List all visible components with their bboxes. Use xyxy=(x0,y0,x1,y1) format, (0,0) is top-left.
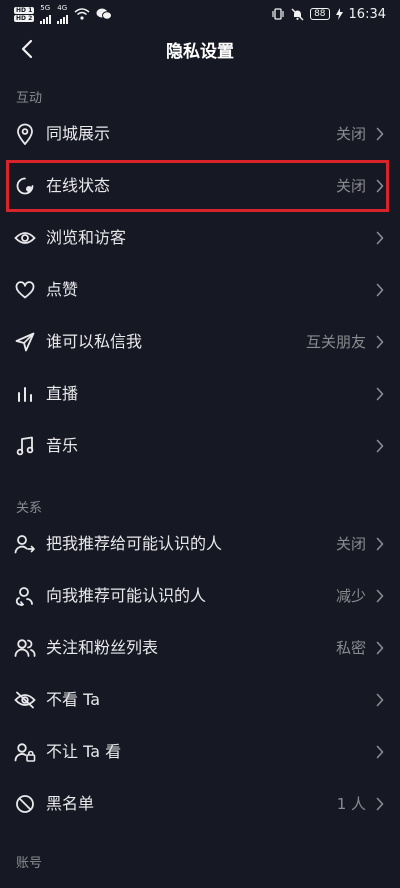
row-label: 把我推荐给可能认识的人 xyxy=(46,534,223,553)
wechat-icon xyxy=(96,7,113,21)
row-label: 不让 Ta 看 xyxy=(46,742,122,761)
chevron-right-icon xyxy=(374,334,386,350)
chevron-right-icon xyxy=(374,796,386,812)
music-note-icon xyxy=(14,435,36,457)
charging-icon xyxy=(335,8,343,20)
setting-row-recommend-me[interactable]: 把我推荐给可能认识的人 关闭 xyxy=(0,518,400,570)
signal-icon xyxy=(40,12,52,24)
row-value: 私密 xyxy=(335,639,366,657)
row-label: 谁可以私信我 xyxy=(46,332,143,351)
chevron-right-icon xyxy=(374,126,386,142)
setting-row-likes[interactable]: 点赞 xyxy=(0,264,400,316)
live-bars-icon xyxy=(14,383,36,405)
setting-row-live[interactable]: 直播 xyxy=(0,368,400,420)
setting-row-hide-their-content[interactable]: 不看 Ta xyxy=(0,674,400,726)
paper-plane-icon xyxy=(14,331,36,353)
row-label: 同城展示 xyxy=(46,124,111,143)
heart-icon xyxy=(14,279,36,301)
wifi-icon xyxy=(74,8,90,20)
battery-indicator: 88 xyxy=(310,8,330,20)
online-status-icon xyxy=(14,175,36,197)
status-right: 88 16:34 xyxy=(271,7,386,22)
row-value: 减少 xyxy=(335,587,366,605)
network-type-2: 4G xyxy=(57,3,68,12)
row-value: 关闭 xyxy=(335,535,366,553)
user-share-icon xyxy=(14,533,36,555)
setting-row-recommend-to-me[interactable]: 向我推荐可能认识的人 减少 xyxy=(0,570,400,622)
signal-icon xyxy=(57,12,69,24)
eye-icon xyxy=(14,227,36,249)
row-value: 关闭 xyxy=(335,125,366,143)
hd2-badge: HD 2 xyxy=(14,14,35,22)
row-value: 互关朋友 xyxy=(305,333,366,351)
setting-row-private-message[interactable]: 谁可以私信我 互关朋友 xyxy=(0,316,400,368)
row-label: 向我推荐可能认识的人 xyxy=(46,586,207,605)
mute-bell-icon xyxy=(291,8,304,21)
chevron-right-icon xyxy=(374,692,386,708)
user-suggest-icon xyxy=(14,585,36,607)
chevron-right-icon xyxy=(374,386,386,402)
setting-row-music[interactable]: 音乐 xyxy=(0,420,400,472)
chevron-right-icon xyxy=(374,282,386,298)
row-value: 1 人 xyxy=(336,795,366,813)
section-header-interaction: 互动 xyxy=(16,91,43,106)
row-label: 不看 Ta xyxy=(46,690,101,709)
chevron-right-icon xyxy=(374,744,386,760)
chevron-right-icon xyxy=(374,230,386,246)
section-header-relations: 关系 xyxy=(16,501,43,516)
chevron-right-icon xyxy=(374,536,386,552)
row-label: 直播 xyxy=(46,384,79,403)
signal-group-1: 5G xyxy=(40,3,52,24)
setting-row-browse-visitors[interactable]: 浏览和访客 xyxy=(0,212,400,264)
vibrate-icon xyxy=(271,8,285,20)
section-header-account: 账号 xyxy=(16,856,43,871)
setting-row-follow-list[interactable]: 关注和粉丝列表 私密 xyxy=(0,622,400,674)
setting-row-hide-my-content[interactable]: 不让 Ta 看 xyxy=(0,726,400,778)
setting-row-online-status[interactable]: 在线状态 关闭 xyxy=(0,160,400,212)
chevron-right-icon xyxy=(374,178,386,194)
chevron-right-icon xyxy=(374,588,386,604)
row-label: 点赞 xyxy=(46,280,79,299)
block-icon xyxy=(14,793,36,815)
hd-badges: HD 1 HD 2 xyxy=(14,6,35,22)
row-label: 关注和粉丝列表 xyxy=(46,638,159,657)
chevron-right-icon xyxy=(374,640,386,656)
chevron-right-icon xyxy=(374,438,386,454)
user-lock-icon xyxy=(14,741,36,763)
nav-bar: 隐私设置 xyxy=(0,28,400,70)
status-left: HD 1 HD 2 5G 4G xyxy=(14,3,113,24)
setting-row-blacklist[interactable]: 黑名单 1 人 xyxy=(0,778,400,830)
hd1-badge: HD 1 xyxy=(14,6,35,14)
row-value: 关闭 xyxy=(335,177,366,195)
row-label: 浏览和访客 xyxy=(46,228,127,247)
users-icon xyxy=(14,637,36,659)
network-type-1: 5G xyxy=(40,3,51,12)
eye-off-icon xyxy=(14,689,36,711)
setting-row-location[interactable]: 同城展示 关闭 xyxy=(0,108,400,160)
row-label: 在线状态 xyxy=(46,176,111,195)
signal-group-2: 4G xyxy=(57,3,69,24)
status-bar: HD 1 HD 2 5G 4G 88 16:34 xyxy=(0,0,400,28)
row-label: 音乐 xyxy=(46,436,79,455)
page-title: 隐私设置 xyxy=(166,42,234,62)
row-label: 黑名单 xyxy=(46,794,95,813)
clock-time: 16:34 xyxy=(348,6,386,22)
location-pin-icon xyxy=(14,123,36,145)
